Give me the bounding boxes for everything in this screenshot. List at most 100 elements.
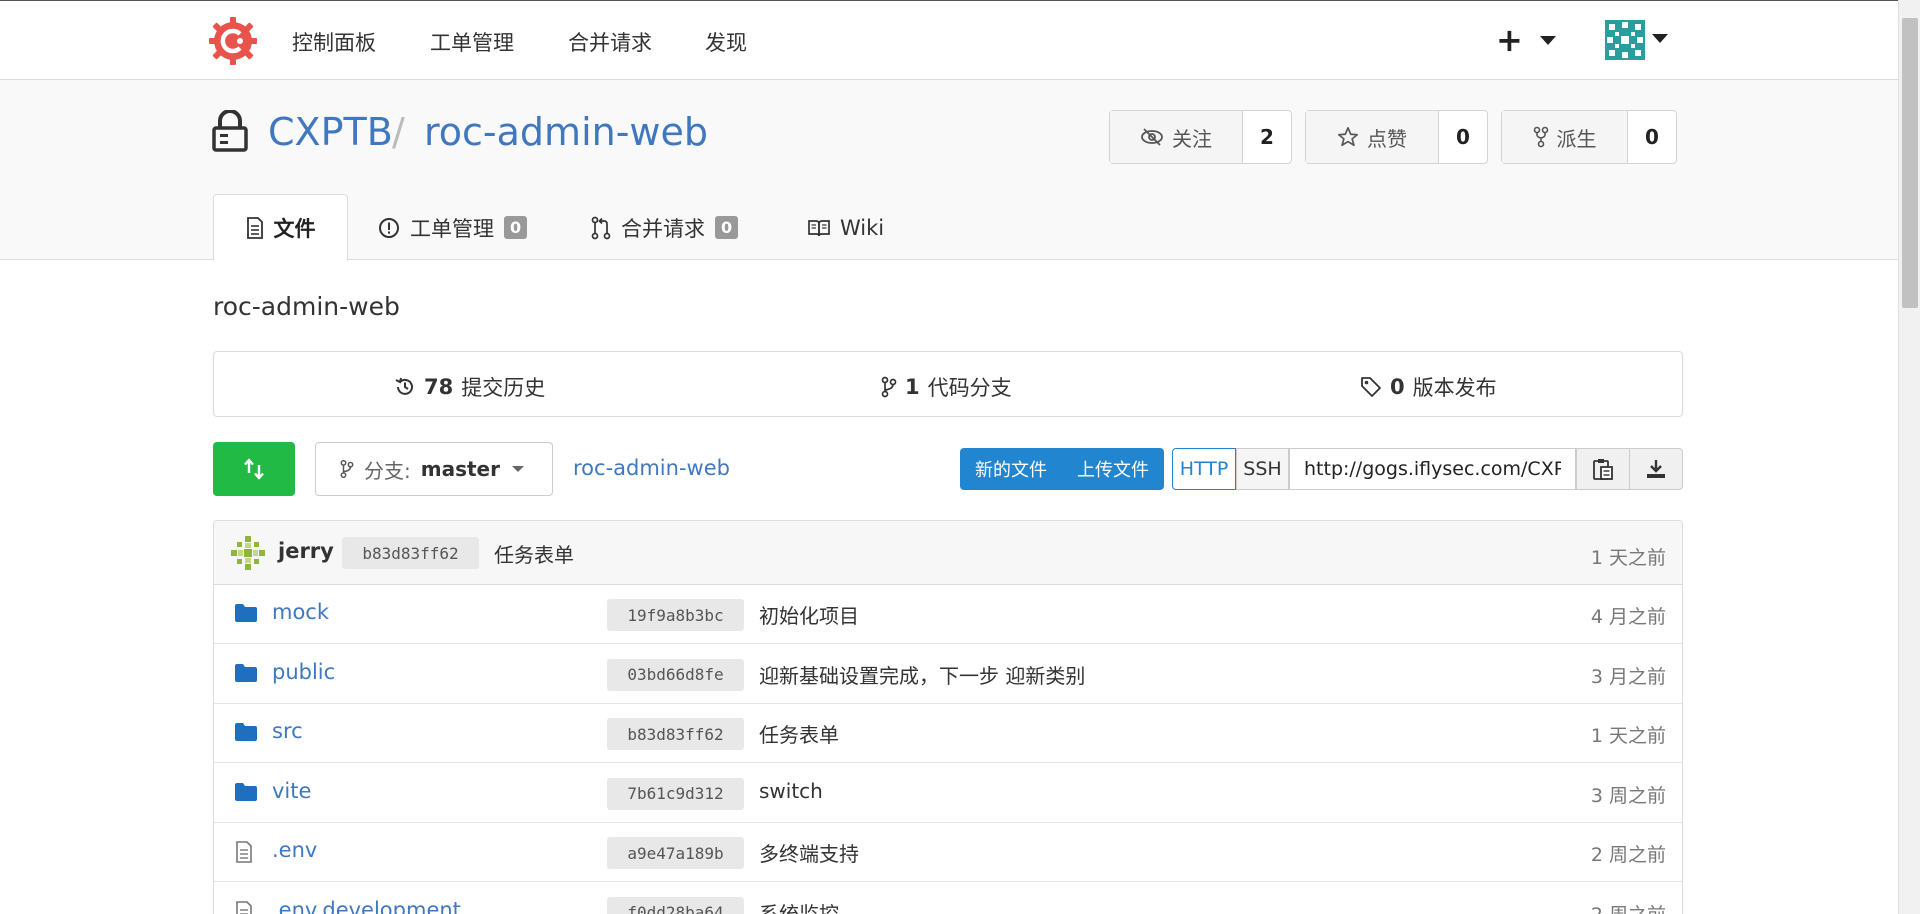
file-commit-message[interactable]: 初始化项目 (759, 600, 859, 629)
file-commit-sha[interactable]: f0dd28ba64 (607, 896, 744, 914)
commit-message: 任务表单 (494, 543, 574, 567)
file-commit-sha[interactable]: b83d83ff62 (607, 718, 744, 750)
tab-wiki[interactable]: Wiki (808, 194, 884, 261)
commit-author-avatar[interactable] (230, 535, 266, 571)
file-name-link[interactable]: vite (272, 779, 311, 803)
nav-issues[interactable]: 工单管理 (430, 27, 514, 57)
user-dropdown-caret-icon[interactable] (1652, 34, 1668, 43)
folder-icon (235, 782, 257, 801)
tab-wiki-label: Wiki (840, 215, 885, 240)
file-row: .env.development f0dd28ba64 系统监控 2 周之前 (214, 883, 1682, 914)
file-row: mock 19f9a8b3bc 初始化项目 4 月之前 (214, 585, 1682, 644)
file-commit-message[interactable]: 多终端支持 (759, 838, 859, 867)
file-commit-time: 4 月之前 (1590, 606, 1666, 628)
tab-pulls-label: 合并请求 (621, 216, 705, 241)
file-commit-sha[interactable]: a9e47a189b (607, 837, 744, 869)
new-file-button[interactable]: 新的文件 (960, 448, 1062, 490)
branch-name: master (420, 457, 500, 481)
upload-file-button[interactable]: 上传文件 (1062, 448, 1164, 490)
fork-count[interactable]: 0 (1628, 111, 1676, 163)
file-name-link[interactable]: src (272, 719, 303, 743)
page-scrollbar[interactable] (1898, 0, 1920, 914)
compare-pull-button[interactable] (213, 442, 295, 496)
fork-label: 派生 (1556, 126, 1597, 151)
file-commit-time: 2 周之前 (1590, 844, 1666, 866)
download-button[interactable] (1629, 448, 1683, 490)
file-commit-time: 1 天之前 (1590, 725, 1666, 747)
file-commit-time: 3 月之前 (1590, 665, 1666, 688)
star-count[interactable]: 0 (1439, 111, 1487, 163)
tab-issues[interactable]: 工单管理 0 (378, 194, 528, 261)
scrollbar-thumb[interactable] (1902, 18, 1918, 308)
file-table: jerry b83d83ff62 任务表单 1 天之前 mock 19f9a8b3… (213, 520, 1683, 914)
issue-icon (379, 217, 399, 238)
file-icon (234, 841, 254, 868)
file-commit-message[interactable]: 迎新基础设置完成，下一步 迎新类别 (759, 660, 1085, 689)
nav-dashboard[interactable]: 控制面板 (292, 27, 376, 57)
commits-link[interactable]: 78 提交历史 (394, 372, 545, 402)
user-avatar[interactable] (1605, 20, 1645, 60)
star-icon (1338, 127, 1358, 147)
folder-icon (234, 603, 258, 628)
fork-button[interactable]: 派生 0 (1501, 110, 1677, 164)
folder-icon (235, 723, 257, 741)
nav-explore[interactable]: 发现 (705, 27, 747, 57)
file-text-icon (246, 216, 263, 239)
repo-description: roc-admin-web (213, 292, 400, 321)
folder-icon (234, 722, 258, 747)
branch-icon (881, 376, 897, 398)
file-row: public 03bd66d8fe 迎新基础设置完成，下一步 迎新类别 3 月之前 (214, 645, 1682, 704)
lock-icon (212, 110, 248, 152)
branches-count: 1 (905, 375, 920, 399)
file-commit-sha[interactable]: 03bd66d8fe (607, 658, 744, 691)
file-commit-time: 3 周之前 (1590, 784, 1666, 807)
create-new-button[interactable]: + (1496, 21, 1523, 59)
commit-time: 1 天之前 (1590, 547, 1666, 569)
file-commit-sha[interactable]: 7b61c9d312 (607, 777, 744, 810)
top-navbar: 控制面板 工单管理 合并请求 发现 + (0, 0, 1898, 80)
branches-label: 代码分支 (927, 376, 1012, 400)
branch-selector[interactable]: 分支: master (315, 442, 553, 496)
file-name-link[interactable]: .env (272, 838, 317, 862)
file-commit-message[interactable]: 系统监控 (759, 898, 839, 914)
branches-link[interactable]: 1 代码分支 (881, 372, 1012, 402)
tab-pull-requests[interactable]: 合并请求 0 (591, 194, 739, 261)
releases-link[interactable]: 0 版本发布 (1360, 372, 1497, 402)
watch-button[interactable]: 关注 2 (1109, 110, 1292, 164)
clone-url-input[interactable] (1289, 448, 1576, 490)
folder-icon (235, 604, 257, 622)
ssh-clone-tab[interactable]: SSH (1236, 448, 1289, 490)
breadcrumb-repo-root[interactable]: roc-admin-web (573, 456, 730, 480)
file-commit-message[interactable]: switch (759, 779, 823, 803)
repo-name-link[interactable]: roc-admin-web (424, 110, 708, 154)
releases-label: 版本发布 (1412, 376, 1497, 400)
branch-icon (340, 459, 354, 479)
star-button[interactable]: 点赞 0 (1305, 110, 1488, 164)
file-name-link[interactable]: public (272, 660, 335, 684)
gogs-logo-icon[interactable] (209, 17, 257, 65)
commit-sha[interactable]: b83d83ff62 (342, 537, 479, 569)
repo-summary-bar: 78 提交历史 1 代码分支 0 版本发布 (213, 351, 1683, 417)
history-icon (395, 377, 413, 395)
tab-files[interactable]: 文件 (213, 194, 348, 261)
copy-url-button[interactable] (1576, 448, 1630, 490)
file-icon (236, 900, 252, 914)
commit-author[interactable]: jerry (278, 539, 334, 563)
folder-icon (234, 782, 258, 807)
issues-count-badge: 0 (504, 216, 528, 239)
file-commit-time: 2 周之前 (1591, 900, 1666, 914)
fork-icon (1533, 126, 1548, 148)
file-icon (234, 900, 254, 914)
commits-label: 提交历史 (461, 376, 546, 400)
repo-owner-link[interactable]: CXPTB (268, 110, 393, 154)
file-commit-sha[interactable]: 19f9a8b3bc (607, 599, 744, 631)
http-clone-tab[interactable]: HTTP (1172, 448, 1236, 490)
watch-count[interactable]: 2 (1243, 111, 1291, 163)
file-commit-message[interactable]: 任务表单 (759, 719, 839, 748)
create-dropdown-caret-icon[interactable] (1540, 36, 1556, 45)
tab-files-label: 文件 (273, 216, 316, 241)
file-name-link[interactable]: .env.development (272, 898, 461, 914)
nav-pulls[interactable]: 合并请求 (568, 27, 652, 57)
file-name-link[interactable]: mock (272, 600, 329, 624)
compare-icon (244, 458, 264, 480)
